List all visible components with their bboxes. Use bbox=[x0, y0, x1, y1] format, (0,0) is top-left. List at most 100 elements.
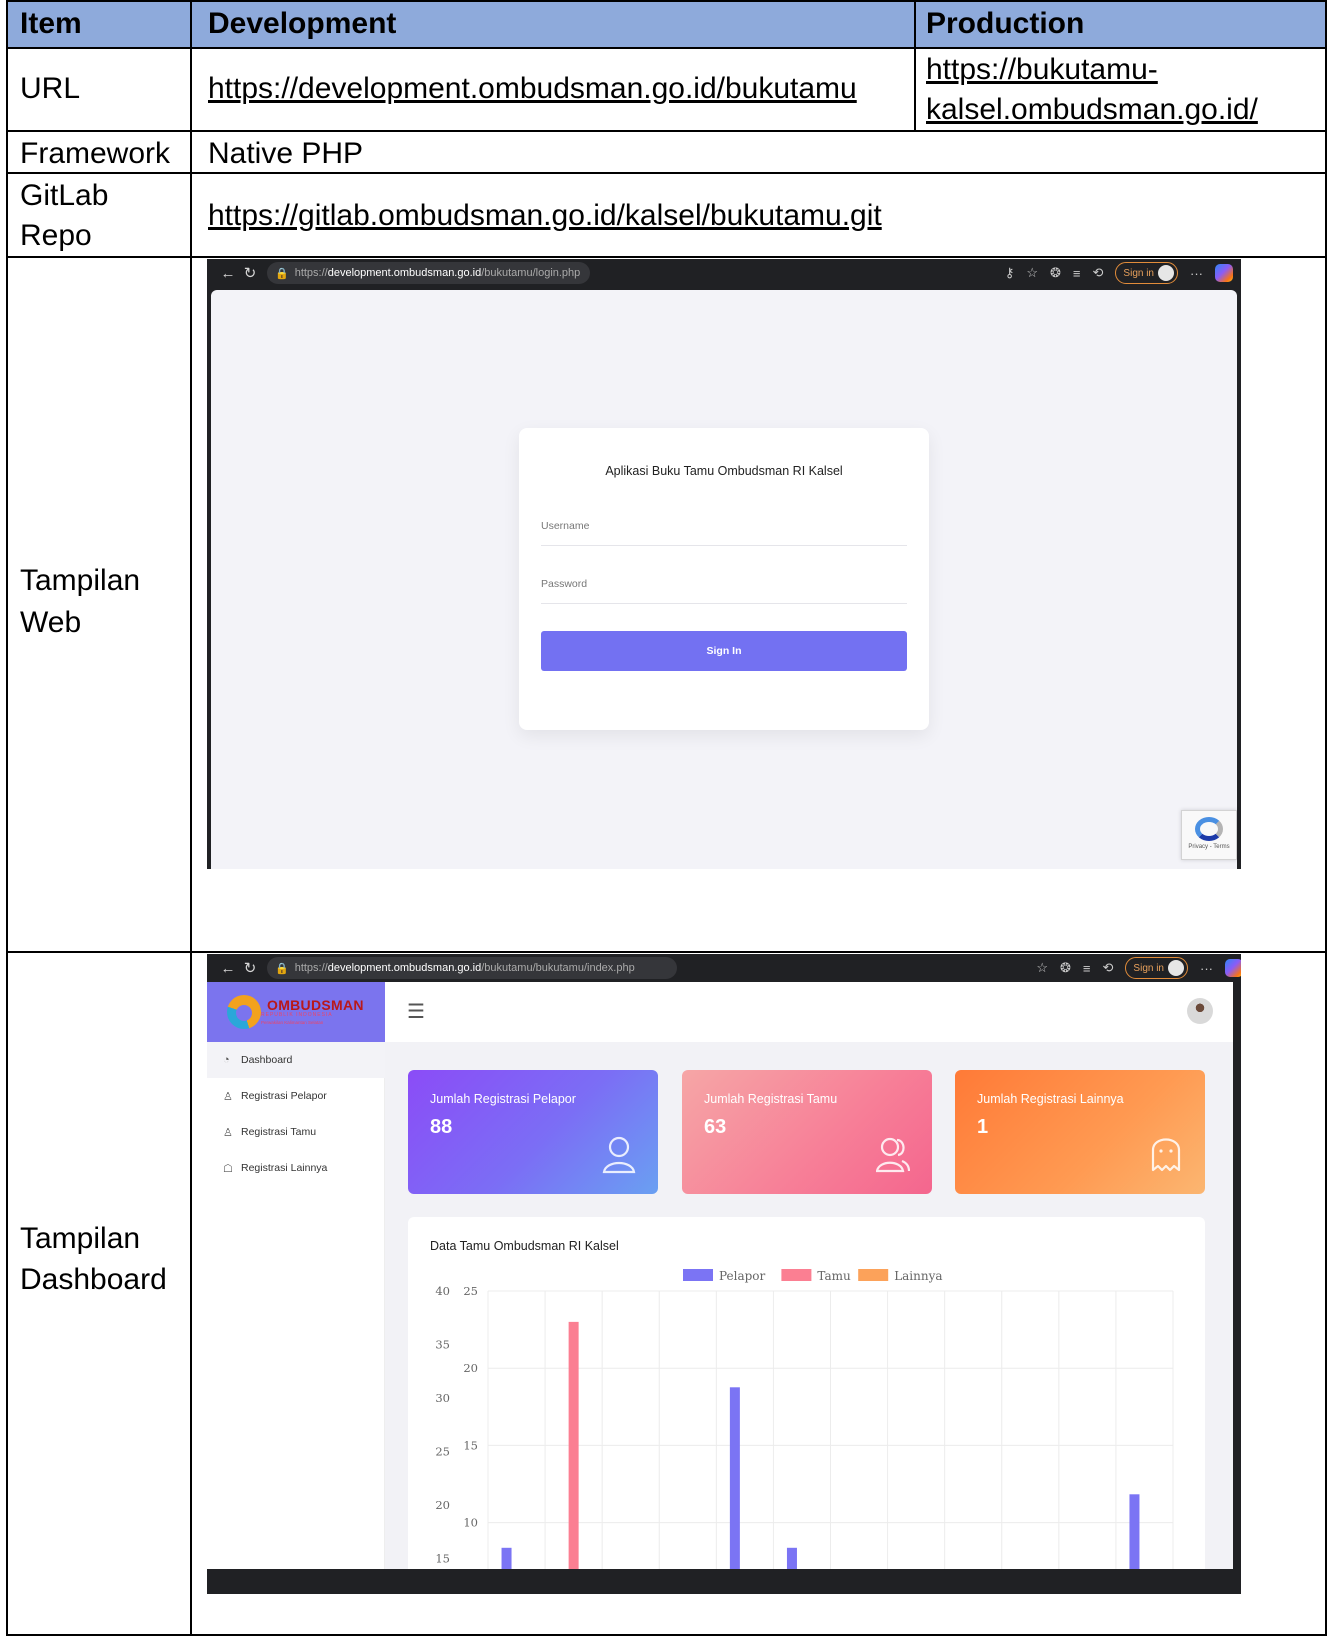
sidebar-item-label: Dashboard bbox=[241, 1054, 293, 1066]
recaptcha-badge[interactable]: Privacy - Terms bbox=[1181, 810, 1237, 860]
stat-label: Jumlah Registrasi Lainnya bbox=[977, 1092, 1124, 1106]
bar-tamu bbox=[568, 1321, 579, 1569]
browser-toolbar: ← ↻ 🔒 https://development.ombudsman.go.i… bbox=[207, 259, 1241, 287]
sign-in-pill-label: Sign in bbox=[1133, 962, 1164, 974]
copilot-icon[interactable] bbox=[1225, 959, 1241, 977]
y-right-tick-label: 15 bbox=[463, 1438, 478, 1452]
row-label-repo-line2: Repo bbox=[20, 219, 92, 252]
key-icon[interactable]: ⚷ bbox=[1005, 265, 1015, 281]
dashboard-page: OMBUDSMAN REPUBLIK INDONESIA Perwakilan … bbox=[207, 982, 1233, 1569]
gauge-icon: ◔ bbox=[223, 1054, 230, 1066]
dashboard-topbar: ☰ bbox=[385, 982, 1233, 1042]
password-field[interactable]: Password bbox=[541, 578, 907, 604]
url-host: development.ombudsman.go.id bbox=[327, 962, 482, 974]
bar-pelapor bbox=[1129, 1494, 1140, 1569]
url-host: development.ombudsman.go.id bbox=[327, 267, 482, 279]
profile-avatar-icon bbox=[1158, 265, 1174, 281]
url-path: /bukutamu/login.php bbox=[481, 267, 581, 279]
sign-in-button[interactable]: Sign In bbox=[541, 631, 907, 671]
y-left-tick-label: 25 bbox=[435, 1445, 450, 1459]
row-label-framework: Framework bbox=[20, 137, 171, 170]
stat-card-tamu: Jumlah Registrasi Tamu 63 bbox=[682, 1070, 932, 1194]
ghost-icon bbox=[1151, 1138, 1181, 1172]
ombudsman-logo-icon bbox=[227, 995, 261, 1029]
header-development: Development bbox=[208, 7, 397, 40]
browser-sign-in-button[interactable]: Sign in bbox=[1125, 957, 1188, 979]
y-left-tick-label: 30 bbox=[435, 1391, 450, 1405]
bar-pelapor bbox=[786, 1547, 797, 1569]
username-field[interactable]: Username bbox=[541, 520, 907, 546]
profile-avatar-icon bbox=[1168, 960, 1184, 976]
login-card: Aplikasi Buku Tamu Ombudsman RI Kalsel U… bbox=[519, 428, 929, 730]
sidebar-item-registrasi-pelapor[interactable]: ♙ Registrasi Pelapor bbox=[207, 1078, 385, 1114]
sidebar: OMBUDSMAN REPUBLIK INDONESIA Perwakilan … bbox=[207, 982, 385, 1569]
row-label-url: URL bbox=[20, 72, 81, 105]
dev-url-link[interactable]: https://development.ombudsman.go.id/buku… bbox=[208, 71, 857, 107]
favorites-list-icon[interactable]: ≡ bbox=[1073, 266, 1081, 281]
y-left-tick-label: 15 bbox=[435, 1552, 450, 1566]
user-icon: ♙ bbox=[223, 1090, 233, 1103]
sidebar-item-registrasi-tamu[interactable]: ♙ Registrasi Tamu bbox=[207, 1114, 385, 1150]
sidebar-item-label: Registrasi Tamu bbox=[241, 1126, 317, 1138]
sidebar-item-dashboard[interactable]: ◔ Dashboard bbox=[207, 1042, 385, 1078]
more-menu-icon[interactable]: ··· bbox=[1190, 266, 1203, 281]
legend-swatch-lainnya bbox=[858, 1269, 889, 1281]
y-left-tick-label: 20 bbox=[435, 1498, 450, 1512]
reload-icon[interactable]: ↻ bbox=[239, 959, 261, 977]
dashboard-browser-screenshot: ← ↻ 🔒 https://development.ombudsman.go.i… bbox=[207, 954, 1241, 1594]
prod-url-link-line2[interactable]: kalsel.ombudsman.go.id/ bbox=[926, 92, 1258, 128]
address-bar[interactable]: 🔒 https://development.ombudsman.go.id/bu… bbox=[267, 957, 677, 979]
reload-icon[interactable]: ↻ bbox=[239, 264, 261, 282]
gitlab-repo-link[interactable]: https://gitlab.ombudsman.go.id/kalsel/bu… bbox=[208, 198, 882, 234]
copilot-icon[interactable] bbox=[1215, 264, 1233, 282]
stat-card-lainnya: Jumlah Registrasi Lainnya 1 bbox=[955, 1070, 1205, 1194]
header-item: Item bbox=[20, 7, 82, 40]
y-right-tick-label: 10 bbox=[463, 1516, 478, 1530]
login-page: Aplikasi Buku Tamu Ombudsman RI Kalsel U… bbox=[211, 290, 1237, 869]
ghost-icon: ☖ bbox=[223, 1162, 233, 1175]
hamburger-menu-icon[interactable]: ☰ bbox=[407, 1002, 425, 1022]
prod-url-link-line1[interactable]: https://bukutamu- bbox=[926, 52, 1158, 88]
back-icon[interactable]: ← bbox=[217, 265, 239, 282]
legend-label-tamu: Tamu bbox=[817, 1269, 851, 1283]
sidebar-item-label: Registrasi Pelapor bbox=[241, 1090, 327, 1102]
favorite-star-icon[interactable]: ☆ bbox=[1036, 960, 1048, 976]
extensions-icon[interactable]: ❂ bbox=[1060, 960, 1071, 976]
row-label-web-line1: Tampilan bbox=[20, 564, 141, 597]
row-label-web-line2: Web bbox=[20, 606, 82, 639]
favorite-star-icon[interactable]: ☆ bbox=[1026, 265, 1038, 281]
browser-toolbar: ← ↻ 🔒 https://development.ombudsman.go.i… bbox=[207, 954, 1241, 982]
more-menu-icon[interactable]: ··· bbox=[1200, 961, 1213, 976]
browser-sign-in-button[interactable]: Sign in bbox=[1115, 262, 1178, 284]
url-prefix: https:// bbox=[294, 962, 328, 974]
history-icon[interactable]: ⟲ bbox=[1093, 265, 1104, 281]
users-icon bbox=[876, 1137, 910, 1173]
brand-header: OMBUDSMAN REPUBLIK INDONESIA Perwakilan … bbox=[207, 982, 385, 1042]
address-bar[interactable]: 🔒 https://development.ombudsman.go.id/bu… bbox=[267, 262, 591, 284]
y-left-tick-label: 35 bbox=[435, 1338, 450, 1352]
history-icon[interactable]: ⟲ bbox=[1103, 960, 1114, 976]
sidebar-item-registrasi-lainnya[interactable]: ☖ Registrasi Lainnya bbox=[207, 1150, 385, 1186]
extensions-icon[interactable]: ❂ bbox=[1050, 265, 1061, 281]
row-label-dashboard-line2: Dashboard bbox=[20, 1263, 167, 1296]
user-icon bbox=[602, 1136, 636, 1174]
browser-actions: ⚷ ☆ ❂ ≡ ⟲ Sign in ··· bbox=[1005, 262, 1233, 284]
recaptcha-terms: Privacy - Terms bbox=[1188, 844, 1230, 850]
bar-pelapor bbox=[501, 1547, 512, 1569]
url-path: /bukutamu/bukutamu/index.php bbox=[481, 962, 635, 974]
stat-value: 63 bbox=[704, 1116, 727, 1138]
stat-value: 1 bbox=[977, 1116, 989, 1138]
table-header-background bbox=[6, 0, 1327, 48]
brand-subtitle: REPUBLIK INDONESIA bbox=[261, 1012, 333, 1018]
header-production: Production bbox=[926, 7, 1085, 40]
favorites-list-icon[interactable]: ≡ bbox=[1083, 961, 1091, 976]
login-title: Aplikasi Buku Tamu Ombudsman RI Kalsel bbox=[605, 464, 843, 478]
row-label-dashboard-line1: Tampilan bbox=[20, 1222, 141, 1255]
stat-label: Jumlah Registrasi Tamu bbox=[704, 1092, 838, 1106]
back-icon[interactable]: ← bbox=[217, 960, 239, 977]
y-left-tick-label: 40 bbox=[435, 1284, 450, 1298]
y-right-tick-label: 20 bbox=[463, 1361, 478, 1375]
user-avatar[interactable] bbox=[1187, 998, 1213, 1024]
legend-swatch-tamu bbox=[781, 1269, 812, 1281]
sidebar-item-label: Registrasi Lainnya bbox=[241, 1162, 328, 1174]
